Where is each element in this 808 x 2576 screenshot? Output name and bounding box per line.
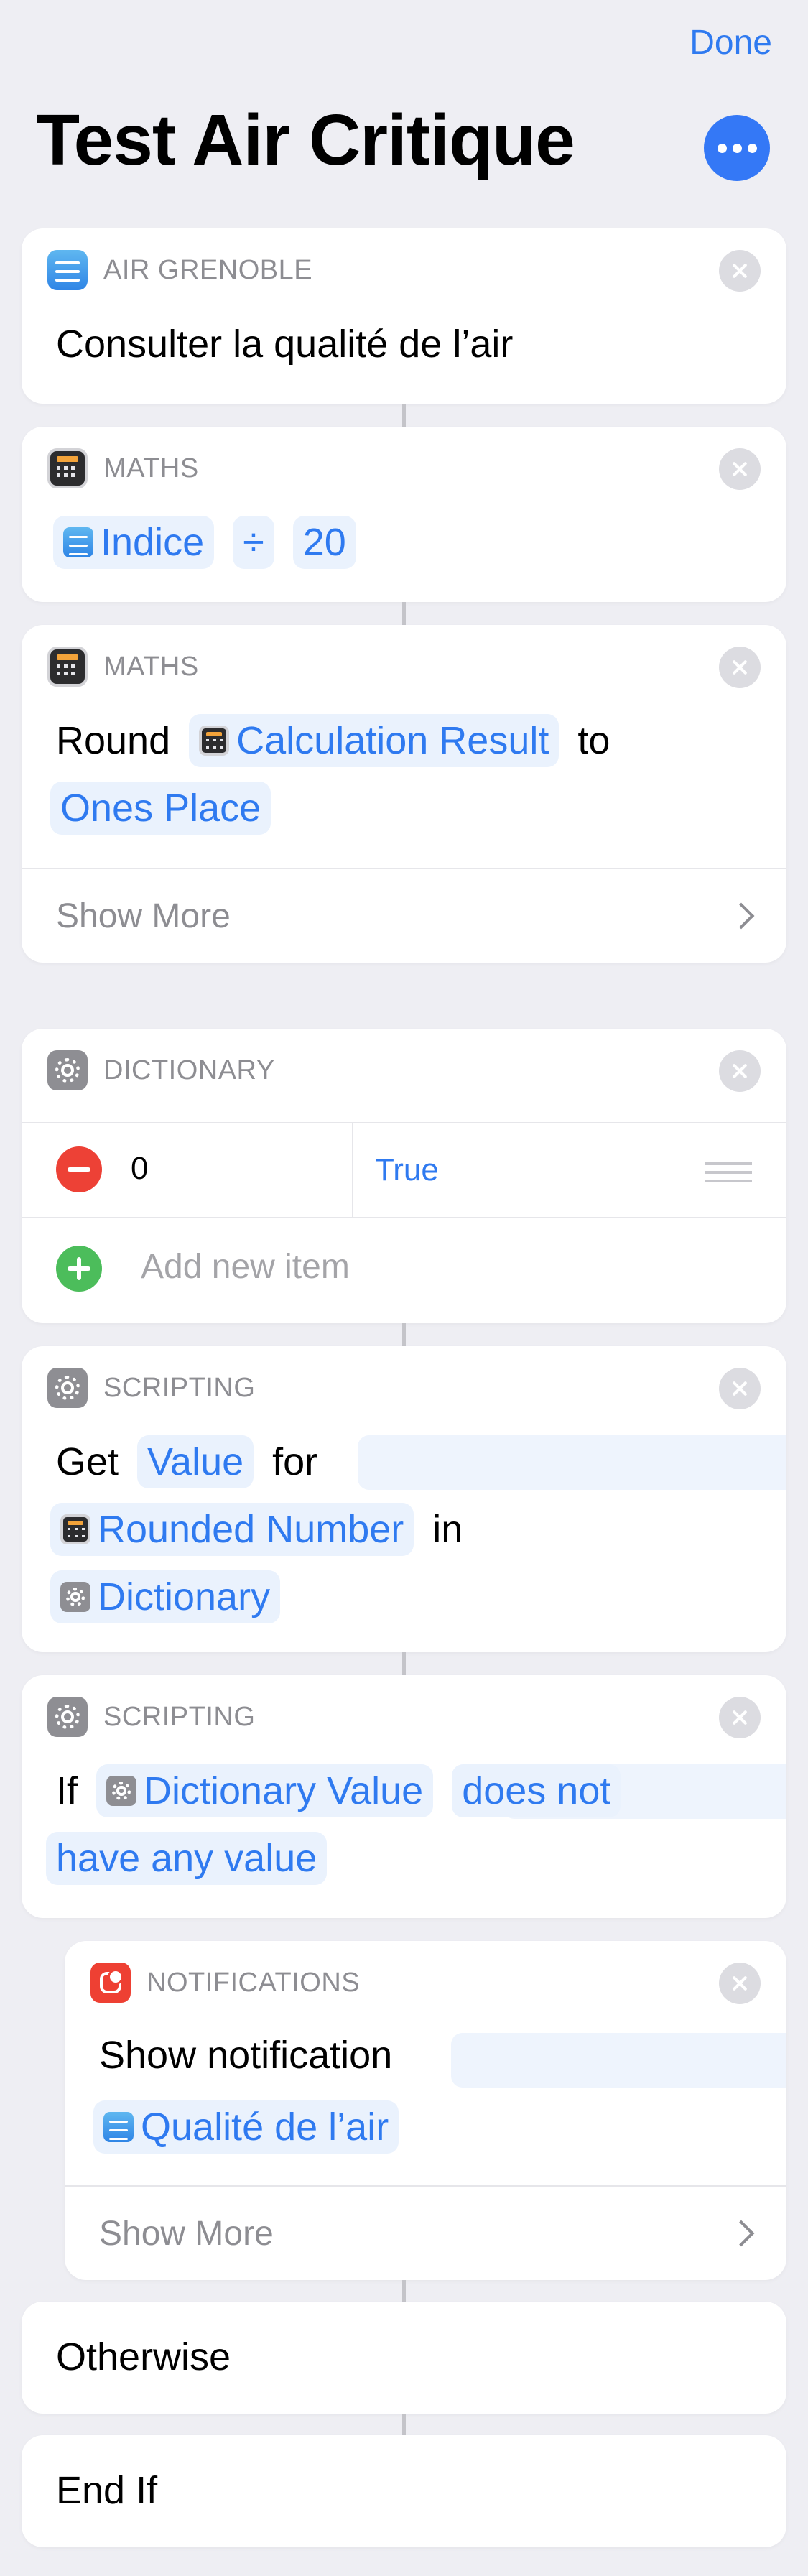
otherwise-label: Otherwise [56,2335,231,2378]
action-category: SCRIPTING [103,1372,256,1403]
calculator-icon [60,1514,90,1544]
end-if-label: End If [56,2469,158,2512]
reorder-handle-icon[interactable] [705,1162,752,1165]
variable-token-qualite-air[interactable]: Qualité de l’air [93,2100,399,2154]
dictionary-value-field[interactable]: True [375,1152,439,1188]
key-input-field[interactable] [358,1435,786,1490]
calculator-icon [47,448,88,488]
close-icon[interactable] [719,250,761,292]
ellipsis-icon[interactable] [704,115,770,181]
close-icon[interactable] [719,1963,761,2004]
action-word: for [272,1440,318,1483]
number-token[interactable]: 20 [292,516,356,569]
action-category: AIR GRENOBLE [103,254,313,285]
notification-title-field[interactable] [451,2033,786,2088]
close-icon[interactable] [719,647,761,688]
action-word: Round [56,719,171,762]
show-more-button[interactable]: Show More [99,2214,274,2253]
chevron-right-icon [728,2220,755,2247]
variable-token-indice[interactable]: Indice [53,516,215,569]
gear-icon [47,1368,88,1408]
wind-icon [47,250,88,290]
action-card-dictionary[interactable]: DICTIONARY 0 True Add new item [22,1029,786,1323]
show-more-button[interactable]: Show More [56,896,231,936]
action-text: Show notification [99,2034,393,2077]
action-category: NOTIFICATIONS [147,1967,361,1998]
close-icon[interactable] [719,1050,761,1092]
variable-token-rounded-number[interactable]: Rounded Number [50,1503,414,1556]
action-word: to [577,719,610,762]
calculator-icon [199,726,230,756]
add-icon[interactable] [56,1246,102,1292]
action-card-get-dictionary-value[interactable]: SCRIPTING Get Value for Rounded Number i… [22,1346,786,1652]
condition-token[interactable]: does not [452,1764,621,1817]
add-new-item-button[interactable]: Add new item [141,1247,350,1287]
action-category: DICTIONARY [103,1055,275,1085]
calculator-icon [47,647,88,687]
wind-icon [103,2112,134,2142]
condition-token-continued[interactable]: have any value [46,1832,328,1885]
gear-icon [47,1050,88,1090]
close-icon[interactable] [719,1697,761,1738]
action-card-show-notification[interactable]: NOTIFICATIONS Show notification Qualité … [65,1941,786,2280]
notification-icon [90,1963,131,2003]
otherwise-block[interactable]: Otherwise [22,2302,786,2414]
action-card-air-quality[interactable]: AIR GRENOBLE Consulter la qualité de l’a… [22,228,786,404]
remove-icon[interactable] [56,1146,102,1192]
page-title: Test Air Critique [36,100,575,180]
wind-icon [63,527,93,557]
end-if-block[interactable]: End If [22,2435,786,2547]
close-icon[interactable] [719,448,761,490]
operator-token[interactable]: ÷ [233,516,274,569]
dictionary-row: 0 True [22,1122,786,1217]
action-word: in [432,1508,463,1551]
action-text: Consulter la qualité de l’air [56,323,514,366]
gear-icon [47,1697,88,1737]
action-card-if[interactable]: SCRIPTING If Dictionary Value does not h… [22,1675,786,1918]
action-card-maths-round[interactable]: MATHS Round Calculation Result to Ones P… [22,625,786,963]
action-category: SCRIPTING [103,1701,256,1732]
variable-token-dictionary-value[interactable]: Dictionary Value [96,1764,434,1817]
value-token[interactable]: Value [137,1435,254,1488]
action-word: Get [56,1440,119,1483]
action-category: MATHS [103,651,199,682]
variable-token-dictionary[interactable]: Dictionary [50,1570,281,1623]
option-token-ones-place[interactable]: Ones Place [50,782,271,835]
action-category: MATHS [103,453,199,483]
gear-icon [60,1582,90,1612]
done-button[interactable]: Done [689,23,772,62]
variable-token-calculation-result[interactable]: Calculation Result [189,714,559,767]
gear-icon [106,1776,137,1806]
action-word: If [56,1769,78,1812]
dictionary-key-field[interactable]: 0 [131,1151,148,1187]
action-card-maths-calculate[interactable]: MATHS Indice ÷ 20 [22,427,786,602]
close-icon[interactable] [719,1368,761,1409]
chevron-right-icon [728,902,755,930]
